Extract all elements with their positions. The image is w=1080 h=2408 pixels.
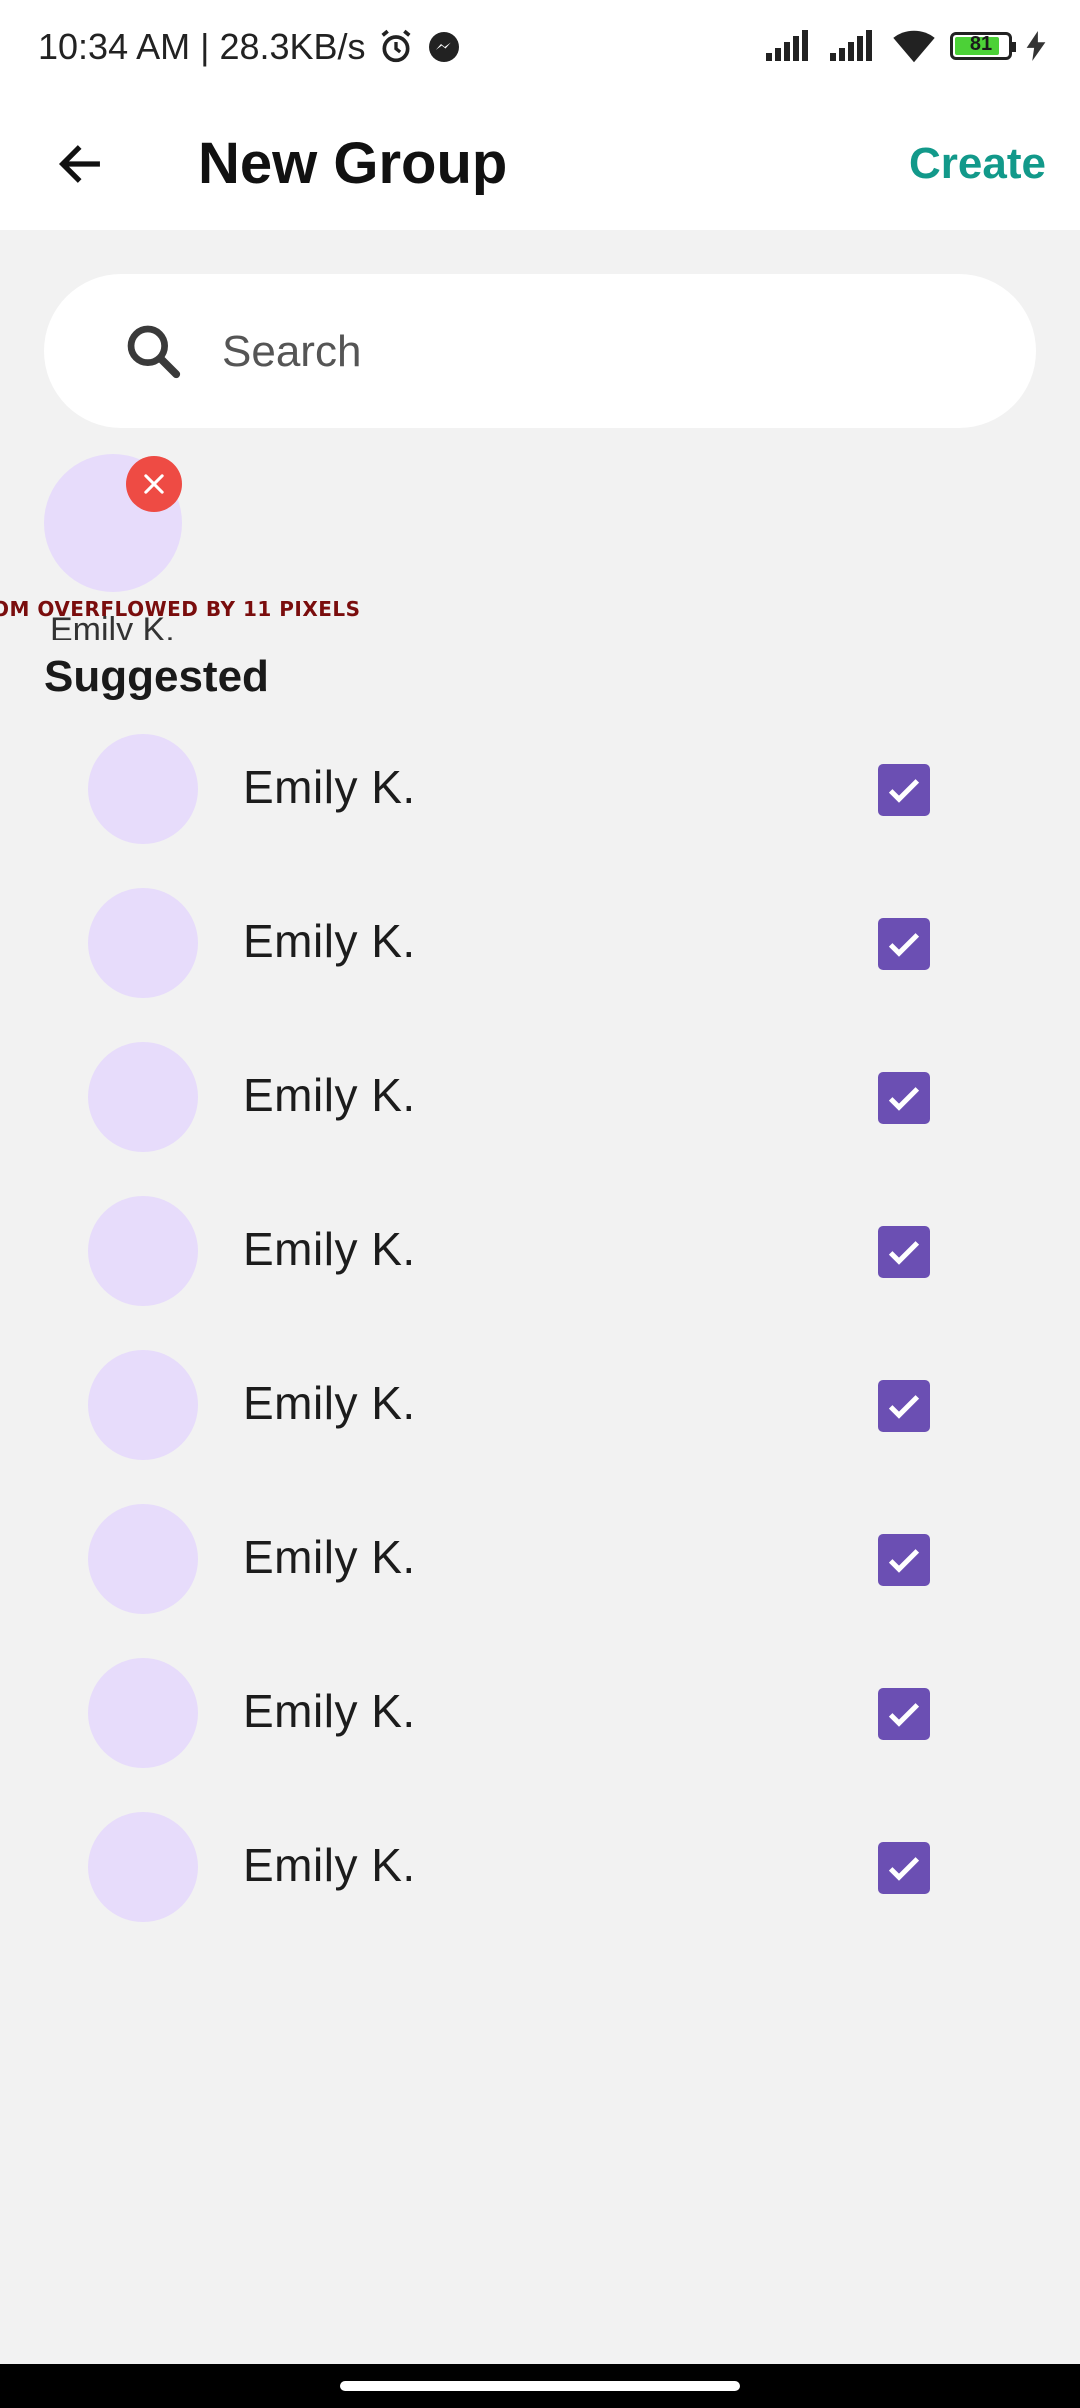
avatar xyxy=(88,1350,198,1460)
check-icon xyxy=(888,1549,920,1573)
app-bar: New Group Create xyxy=(0,98,1080,230)
checkbox[interactable] xyxy=(878,1842,930,1894)
remove-member-button[interactable] xyxy=(126,456,182,512)
avatar xyxy=(88,1042,198,1152)
signal-icon xyxy=(830,30,872,61)
search-icon xyxy=(127,325,181,379)
checkbox[interactable] xyxy=(878,1534,930,1586)
signal-icon xyxy=(766,30,808,61)
check-icon xyxy=(888,1087,920,1111)
wifi-icon xyxy=(893,30,935,63)
search-input[interactable] xyxy=(220,312,984,392)
suggested-list: Emily K. Emily K. Emily K. Emily K. Emil… xyxy=(0,724,1080,1956)
messenger-icon xyxy=(428,32,459,62)
navigation-bar xyxy=(0,2364,1080,2408)
checkbox[interactable] xyxy=(878,918,930,970)
close-icon xyxy=(144,474,164,494)
overflow-warning: OM OVERFLOWED BY 11 PIXELS xyxy=(0,597,361,621)
status-time: 10:34 AM | 28.3KB/s xyxy=(38,26,366,67)
home-indicator[interactable] xyxy=(340,2381,740,2391)
contact-name: Emily K. xyxy=(243,1839,416,1891)
list-item[interactable]: Emily K. xyxy=(0,1186,1080,1340)
check-icon xyxy=(888,1703,920,1727)
avatar xyxy=(88,734,198,844)
back-button[interactable] xyxy=(40,124,120,204)
contact-name: Emily K. xyxy=(243,761,416,813)
battery-tip xyxy=(1012,42,1016,52)
status-left: 10:34 AM | 28.3KB/s xyxy=(38,26,462,68)
checkbox[interactable] xyxy=(878,764,930,816)
list-item[interactable]: Emily K. xyxy=(0,1648,1080,1802)
contact-name: Emily K. xyxy=(243,1531,416,1583)
checkbox[interactable] xyxy=(878,1688,930,1740)
avatar xyxy=(88,1504,198,1614)
avatar xyxy=(88,1196,198,1306)
contact-name: Emily K. xyxy=(243,915,416,967)
battery-icon: 81 xyxy=(950,32,1016,60)
avatar xyxy=(88,1812,198,1922)
arrow-left-icon xyxy=(58,145,100,183)
list-item[interactable]: Emily K. xyxy=(0,1032,1080,1186)
alarm-icon xyxy=(381,29,411,63)
charging-icon xyxy=(1026,31,1046,61)
check-icon xyxy=(888,1395,920,1419)
check-icon xyxy=(888,779,920,803)
status-bar: 10:34 AM | 28.3KB/s 81 xyxy=(0,0,1080,98)
contact-name: Emily K. xyxy=(243,1377,416,1429)
checkbox[interactable] xyxy=(878,1380,930,1432)
list-item[interactable]: Emily K. xyxy=(0,1802,1080,1956)
checkbox[interactable] xyxy=(878,1226,930,1278)
section-title-suggested: Suggested xyxy=(44,652,269,701)
create-button[interactable]: Create xyxy=(909,120,1046,208)
contact-name: Emily K. xyxy=(243,1223,416,1275)
list-item[interactable]: Emily K. xyxy=(0,878,1080,1032)
search-bar[interactable] xyxy=(44,274,1036,428)
avatar xyxy=(88,888,198,998)
list-item[interactable]: Emily K. xyxy=(0,724,1080,878)
check-icon xyxy=(888,933,920,957)
status-right: 81 xyxy=(764,28,1046,64)
checkbox[interactable] xyxy=(878,1072,930,1124)
battery-level: 81 xyxy=(969,33,993,55)
contact-name: Emily K. xyxy=(243,1069,416,1121)
avatar xyxy=(88,1658,198,1768)
page-title: New Group xyxy=(198,131,508,196)
check-icon xyxy=(888,1241,920,1265)
list-item[interactable]: Emily K. xyxy=(0,1340,1080,1494)
check-icon xyxy=(888,1857,920,1881)
contact-name: Emily K. xyxy=(243,1685,416,1737)
list-item[interactable]: Emily K. xyxy=(0,1494,1080,1648)
